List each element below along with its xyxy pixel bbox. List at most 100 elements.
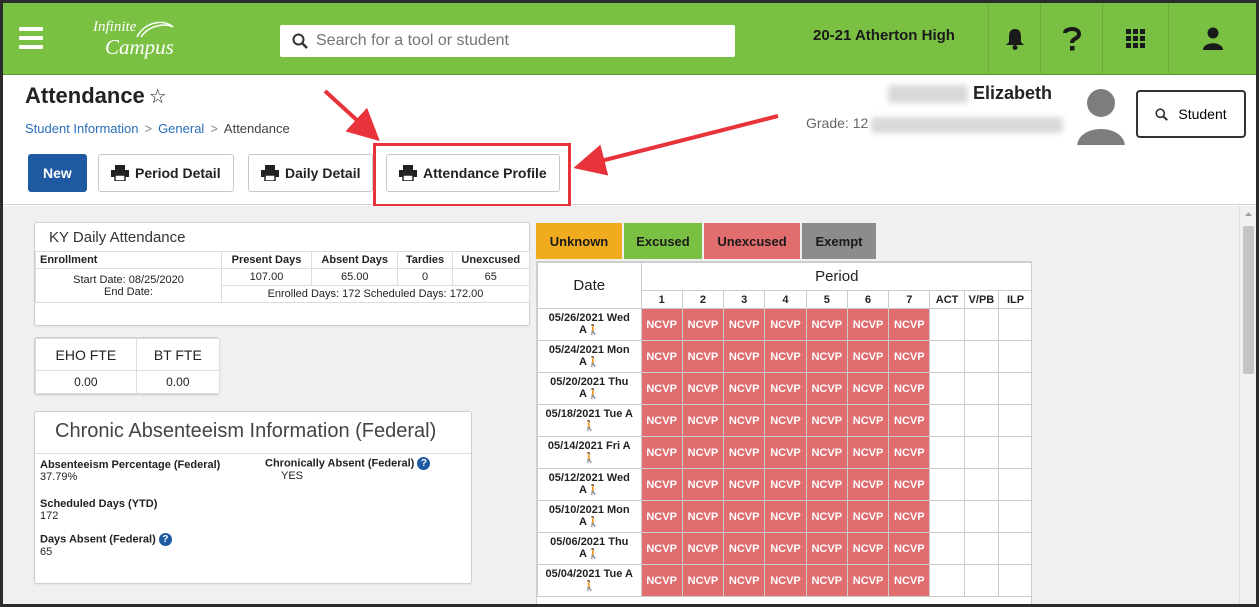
attendance-cell[interactable]: NCVP bbox=[681, 564, 725, 597]
attendance-cell[interactable]: NCVP bbox=[764, 468, 807, 501]
attendance-date[interactable]: 05/26/2021 Wed A🚶 bbox=[537, 308, 642, 341]
daily-detail-button[interactable]: Daily Detail bbox=[248, 154, 374, 192]
empty-cell bbox=[929, 308, 965, 341]
attendance-cell[interactable]: NCVP bbox=[723, 564, 766, 597]
attendance-cell[interactable]: NCVP bbox=[805, 468, 848, 501]
attendance-cell[interactable]: NCVP bbox=[805, 564, 848, 597]
attendance-cell[interactable]: NCVP bbox=[723, 436, 766, 469]
attendance-cell[interactable]: NCVP bbox=[846, 532, 890, 565]
attendance-cell[interactable]: NCVP bbox=[888, 468, 931, 501]
attendance-cell[interactable]: NCVP bbox=[888, 532, 931, 565]
attendance-cell[interactable]: NCVP bbox=[723, 372, 766, 405]
attendance-date[interactable]: 05/24/2021 Mon A🚶 bbox=[537, 340, 642, 373]
breadcrumb-general[interactable]: General bbox=[158, 121, 204, 136]
attendance-cell[interactable]: NCVP bbox=[805, 500, 848, 533]
attendance-cell[interactable]: NCVP bbox=[846, 372, 890, 405]
attendance-date[interactable]: 05/10/2021 Mon A🚶 bbox=[537, 500, 642, 533]
ky-panel-title: KY Daily Attendance bbox=[49, 229, 186, 246]
attendance-cell[interactable]: NCVP bbox=[640, 468, 683, 501]
help-icon[interactable]: ? bbox=[158, 533, 172, 546]
attendance-date[interactable]: 05/14/2021 Fri A 🚶 bbox=[537, 436, 642, 469]
attendance-cell[interactable]: NCVP bbox=[805, 436, 848, 469]
empty-cell bbox=[929, 564, 965, 597]
attendance-cell[interactable]: NCVP bbox=[805, 308, 848, 341]
attendance-cell[interactable]: NCVP bbox=[681, 500, 725, 533]
search-input[interactable] bbox=[316, 32, 716, 50]
student-search-button[interactable]: Student bbox=[1136, 90, 1246, 138]
attendance-cell[interactable]: NCVP bbox=[681, 308, 725, 341]
attendance-cell[interactable]: NCVP bbox=[681, 340, 725, 373]
attendance-cell[interactable]: NCVP bbox=[888, 372, 931, 405]
attendance-cell[interactable]: NCVP bbox=[764, 564, 807, 597]
attendance-cell[interactable]: NCVP bbox=[888, 340, 931, 373]
notifications-button[interactable] bbox=[988, 3, 1040, 75]
favorite-star-icon[interactable]: ☆ bbox=[149, 86, 167, 108]
attendance-cell[interactable]: NCVP bbox=[805, 404, 848, 437]
attendance-cell[interactable]: NCVP bbox=[846, 340, 890, 373]
attendance-date[interactable]: 05/04/2021 Tue A 🚶 bbox=[537, 564, 642, 597]
attendance-cell[interactable]: NCVP bbox=[888, 500, 931, 533]
user-account-button[interactable] bbox=[1168, 3, 1256, 75]
app-switcher-button[interactable] bbox=[1102, 3, 1168, 75]
table-row: 05/14/2021 Fri A 🚶 NCVP NCVP NCVP NCVP NCVP NCV… bbox=[537, 436, 1031, 469]
extra-column-header: ILP bbox=[998, 290, 1031, 309]
attendance-cell[interactable]: NCVP bbox=[846, 404, 890, 437]
attendance-cell[interactable]: NCVP bbox=[681, 436, 725, 469]
attendance-cell[interactable]: NCVP bbox=[640, 308, 683, 341]
attendance-cell[interactable]: NCVP bbox=[764, 404, 807, 437]
attendance-cell[interactable]: NCVP bbox=[888, 308, 931, 341]
attendance-cell[interactable]: NCVP bbox=[764, 532, 807, 565]
attendance-profile-highlight-box bbox=[373, 143, 571, 207]
attendance-cell[interactable]: NCVP bbox=[640, 532, 683, 565]
attendance-cell[interactable]: NCVP bbox=[846, 500, 890, 533]
vertical-scrollbar[interactable] bbox=[1239, 206, 1257, 604]
attendance-cell[interactable]: NCVP bbox=[640, 340, 683, 373]
attendance-cell[interactable]: NCVP bbox=[764, 340, 807, 373]
period-detail-button[interactable]: Period Detail bbox=[98, 154, 234, 192]
attendance-cell[interactable]: NCVP bbox=[764, 372, 807, 405]
attendance-date[interactable]: 05/12/2021 Wed A🚶 bbox=[537, 468, 642, 501]
attendance-cell[interactable]: NCVP bbox=[846, 308, 890, 341]
menu-icon[interactable] bbox=[19, 27, 43, 49]
attendance-cell[interactable]: NCVP bbox=[846, 436, 890, 469]
attendance-cell[interactable]: NCVP bbox=[723, 532, 766, 565]
attendance-cell[interactable]: NCVP bbox=[764, 500, 807, 533]
attendance-date[interactable]: 05/06/2021 Thu A🚶 bbox=[537, 532, 642, 565]
search-bar[interactable] bbox=[280, 25, 735, 57]
attendance-cell[interactable]: NCVP bbox=[805, 532, 848, 565]
attendance-cell[interactable]: NCVP bbox=[640, 500, 683, 533]
attendance-cell[interactable]: NCVP bbox=[764, 308, 807, 341]
attendance-cell[interactable]: NCVP bbox=[888, 564, 931, 597]
attendance-cell[interactable]: NCVP bbox=[723, 308, 766, 341]
attendance-cell[interactable]: NCVP bbox=[640, 564, 683, 597]
attendance-cell[interactable]: NCVP bbox=[681, 468, 725, 501]
attendance-cell[interactable]: NCVP bbox=[640, 404, 683, 437]
scroll-up-arrow-icon[interactable] bbox=[1240, 208, 1257, 220]
attendance-cell[interactable]: NCVP bbox=[640, 436, 683, 469]
attendance-cell[interactable]: NCVP bbox=[640, 372, 683, 405]
attendance-cell[interactable]: NCVP bbox=[723, 340, 766, 373]
school-year-selector[interactable]: 20-21 Atherton High bbox=[813, 27, 955, 44]
attendance-cell[interactable]: NCVP bbox=[723, 404, 766, 437]
attendance-cell[interactable]: NCVP bbox=[681, 404, 725, 437]
attendance-cell[interactable]: NCVP bbox=[723, 468, 766, 501]
scrollbar-thumb[interactable] bbox=[1243, 226, 1254, 374]
attendance-cell[interactable]: NCVP bbox=[805, 372, 848, 405]
help-button[interactable] bbox=[1040, 3, 1102, 75]
attendance-cell[interactable]: NCVP bbox=[846, 564, 890, 597]
attendance-cell[interactable]: NCVP bbox=[846, 468, 890, 501]
attendance-cell[interactable]: NCVP bbox=[681, 372, 725, 405]
attendance-date[interactable]: 05/20/2021 Thu A🚶 bbox=[537, 372, 642, 405]
new-button[interactable]: New bbox=[28, 154, 87, 192]
infinite-campus-logo[interactable]: Infinite Campus bbox=[93, 17, 174, 58]
attendance-cell[interactable]: NCVP bbox=[681, 532, 725, 565]
attendance-cell[interactable]: NCVP bbox=[723, 500, 766, 533]
chronically-absent-label: Chronically Absent (Federal) ? bbox=[265, 457, 431, 470]
attendance-cell[interactable]: NCVP bbox=[888, 404, 931, 437]
attendance-cell[interactable]: NCVP bbox=[888, 436, 931, 469]
attendance-cell[interactable]: NCVP bbox=[805, 340, 848, 373]
attendance-date[interactable]: 05/18/2021 Tue A 🚶 bbox=[537, 404, 642, 437]
attendance-cell[interactable]: NCVP bbox=[764, 436, 807, 469]
breadcrumb-student-information[interactable]: Student Information bbox=[25, 121, 138, 136]
help-icon[interactable]: ? bbox=[417, 457, 431, 470]
